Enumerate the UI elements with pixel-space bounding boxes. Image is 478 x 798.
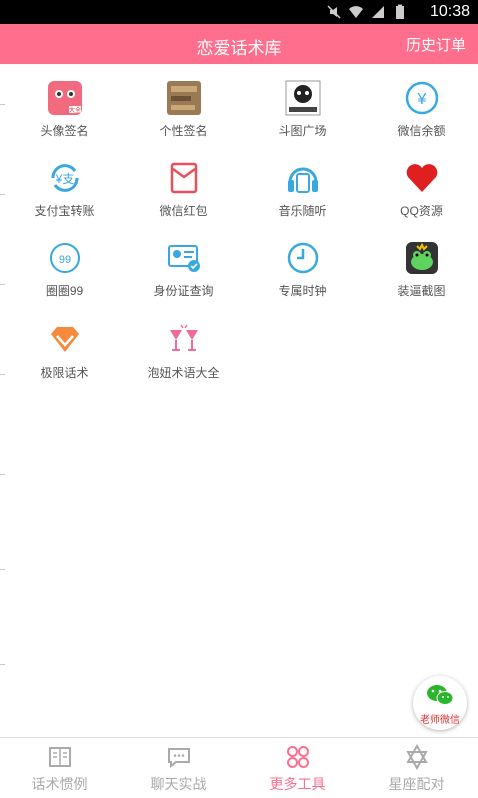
tool-circle-99[interactable]: 99 圈圈99	[5, 240, 124, 299]
diamond-icon	[50, 327, 79, 352]
order-history-button[interactable]: 历史订单	[406, 34, 466, 55]
tool-label: 个性签名	[159, 124, 208, 138]
chat-icon	[167, 748, 190, 769]
tool-label: 微信余额	[397, 124, 446, 138]
yuan-balance-icon: ¥	[405, 81, 438, 115]
tool-label: 专属时钟	[278, 284, 327, 298]
tool-music[interactable]: 音乐随听	[243, 160, 362, 219]
tool-label: QQ资源	[400, 204, 443, 218]
mute-icon	[327, 5, 341, 19]
red-packet-icon	[170, 162, 197, 194]
svg-text:¥支: ¥支	[54, 172, 74, 186]
svg-text:¥: ¥	[416, 91, 426, 108]
tick	[0, 474, 5, 475]
tool-label: 头像签名	[40, 124, 89, 138]
tool-label: 音乐随听	[278, 204, 327, 218]
svg-text:大全: 大全	[68, 106, 80, 114]
tool-red-packet[interactable]: 微信红包	[124, 160, 243, 219]
tab-more-tools[interactable]: 更多工具	[238, 744, 357, 794]
star-icon	[405, 744, 428, 770]
tool-id-card-query[interactable]: 身份证查询	[124, 240, 243, 299]
circle-99-icon: 99	[49, 243, 80, 273]
status-icons	[326, 4, 408, 20]
tool-label: 圈圈99	[45, 284, 84, 298]
tool-fake-screenshot[interactable]: 装逼截图	[362, 240, 478, 299]
wechat-icon	[427, 685, 454, 705]
tab-label: 更多工具	[269, 776, 326, 792]
tab-label: 聊天实战	[150, 776, 207, 792]
tool-label: 支付宝转账	[34, 204, 95, 218]
tool-clock[interactable]: 专属时钟	[243, 240, 362, 299]
id-card-icon	[167, 245, 200, 272]
wifi-icon	[349, 6, 363, 18]
tool-label: 泡妞术语大全	[147, 366, 220, 380]
tool-label: 斗图广场	[278, 124, 327, 138]
tab-label: 星座配对	[388, 776, 445, 792]
signal-icon	[372, 6, 384, 18]
tool-personal-signature[interactable]: 个性签名	[124, 80, 243, 139]
meme-icon	[285, 80, 320, 116]
tab-chat-practice[interactable]: 聊天实战	[119, 744, 238, 794]
book-icon	[48, 747, 71, 767]
tool-label: 极限话术	[40, 366, 89, 380]
heart-icon	[406, 164, 437, 192]
tick	[0, 569, 5, 570]
tool-label: 装逼截图	[397, 284, 446, 298]
tool-meme-square[interactable]: 斗图广场	[243, 80, 362, 139]
status-bar: 10:38	[0, 0, 478, 24]
app-header: 恋爱话术库 历史订单	[0, 24, 478, 64]
tool-label: 身份证查询	[153, 284, 214, 298]
tool-extreme-lines[interactable]: 极限话术	[5, 322, 124, 381]
grid-tools-icon	[286, 746, 309, 768]
frog-icon	[405, 242, 438, 274]
teacher-wechat-button[interactable]: 老师微信	[413, 676, 467, 730]
status-time: 10:38	[429, 3, 470, 20]
avatar-sticker-icon: 大全	[47, 81, 82, 115]
tick	[0, 664, 5, 665]
signature-photo-icon	[166, 81, 201, 115]
tab-label: 话术惯例	[31, 776, 88, 792]
tool-qq-resources[interactable]: QQ资源	[362, 160, 478, 219]
fab-label: 老师微信	[420, 715, 460, 726]
battery-icon	[396, 4, 404, 19]
tool-alipay-transfer[interactable]: ¥支 支付宝转账	[5, 160, 124, 219]
svg-text:99: 99	[58, 254, 70, 266]
tab-script-examples[interactable]: 话术惯例	[0, 744, 119, 794]
tool-dating-terms[interactable]: 泡妞术语大全	[124, 322, 243, 381]
cheers-glasses-icon	[169, 324, 198, 351]
tab-zodiac-match[interactable]: 星座配对	[357, 744, 476, 794]
music-player-icon	[287, 167, 318, 193]
tool-wechat-balance[interactable]: ¥ 微信余额	[362, 80, 478, 139]
tool-avatar-signature[interactable]: 大全 头像签名	[5, 80, 124, 139]
tool-label: 微信红包	[159, 204, 208, 218]
clock-icon	[287, 242, 318, 274]
bottom-nav: 话术惯例 聊天实战 更多工具 星座配对	[0, 737, 478, 798]
alipay-transfer-icon: ¥支	[50, 164, 79, 192]
